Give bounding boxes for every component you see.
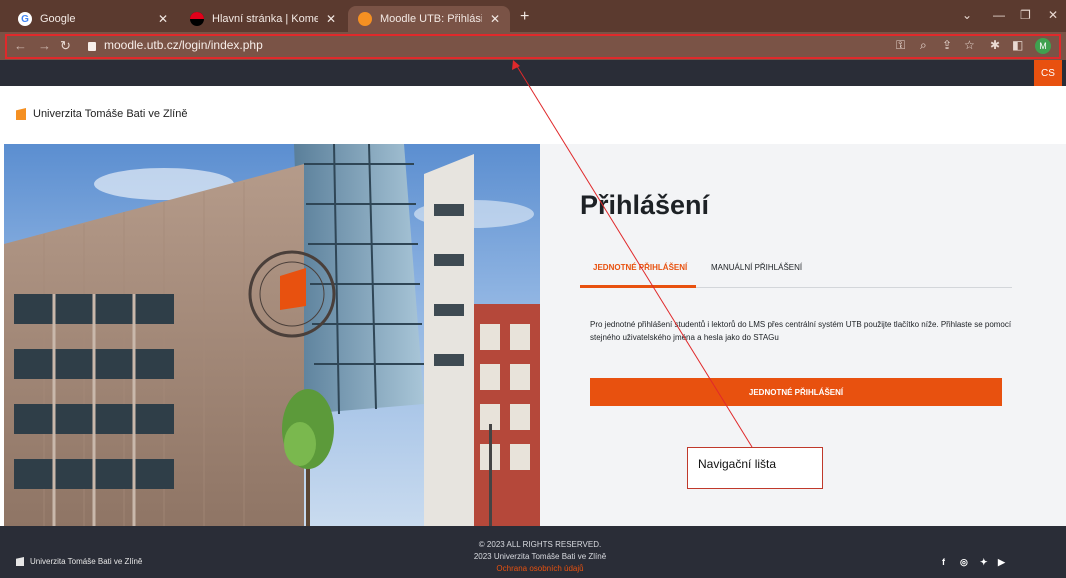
language-button[interactable]: CS: [1034, 60, 1062, 86]
close-icon[interactable]: ✕: [326, 12, 336, 26]
moodle-favicon-icon: [358, 12, 372, 26]
annotation-label-box: Navigační lišta: [687, 447, 823, 489]
browser-tab-moodle[interactable]: Moodle UTB: Přihlásit se na strán ✕: [348, 6, 510, 32]
google-favicon-icon: G: [18, 12, 32, 26]
close-window-icon[interactable]: ✕: [1048, 8, 1058, 22]
tab-manual-login[interactable]: MANUÁLNÍ PŘIHLÁŠENÍ: [711, 263, 802, 272]
login-description: Pro jednotné přihlášení studentů i lekto…: [590, 320, 1012, 342]
active-tab-indicator: [580, 285, 696, 288]
instagram-icon[interactable]: ◎: [960, 557, 968, 568]
campus-photo: [4, 144, 540, 526]
tab-title: Moodle UTB: Přihlásit se na strán: [380, 13, 482, 25]
youtube-icon[interactable]: ▶: [998, 557, 1005, 568]
utb-logo-icon: [16, 108, 26, 120]
footer-copyright-line: 2023 Univerzita Tomáše Bati ve Zlíně: [473, 552, 607, 561]
utb-logo-icon: [16, 557, 24, 566]
privacy-link[interactable]: Ochrana osobních údajů: [440, 563, 640, 575]
brand-name: Univerzita Tomáše Bati ve Zlíně: [33, 108, 188, 120]
tab-title: Google: [40, 13, 76, 25]
footer-copyright: © 2023 ALL RIGHTS RESERVED. 2023 Univerz…: [440, 539, 640, 575]
restore-icon[interactable]: ❐: [1020, 8, 1031, 22]
footer-rights: © 2023 ALL RIGHTS RESERVED.: [478, 540, 602, 549]
sso-login-button[interactable]: JEDNOTNÉ PŘIHLÁŠENÍ: [590, 378, 1002, 406]
site-top-bar: [0, 60, 1066, 86]
building-illustration: [4, 144, 540, 526]
browser-tab-kb[interactable]: Hlavní stránka | Komerční banka ✕: [180, 6, 346, 32]
login-tabs: JEDNOTNÉ PŘIHLÁŠENÍ MANUÁLNÍ PŘIHLÁŠENÍ: [580, 256, 1012, 288]
browser-tab-google[interactable]: G Google ✕: [8, 6, 178, 32]
close-icon[interactable]: ✕: [158, 12, 168, 26]
close-icon[interactable]: ✕: [490, 12, 500, 26]
kb-favicon-icon: [190, 12, 204, 26]
new-tab-button[interactable]: +: [520, 8, 529, 26]
page: G Google ✕ Hlavní stránka | Komerční ban…: [0, 0, 1066, 578]
annotation-label: Navigační lišta: [698, 457, 777, 471]
facebook-icon[interactable]: f: [942, 557, 945, 567]
tab-title: Hlavní stránka | Komerční banka: [212, 13, 318, 25]
tab-search-icon[interactable]: ⌄: [962, 8, 972, 22]
twitter-icon[interactable]: ✦: [980, 557, 988, 568]
tab-sso-login[interactable]: JEDNOTNÉ PŘIHLÁŠENÍ: [593, 263, 687, 272]
footer-brand-name: Univerzita Tomáše Bati ve Zlíně: [30, 557, 143, 566]
login-title: Přihlášení: [580, 190, 710, 220]
minimize-icon[interactable]: —: [993, 8, 1005, 22]
footer-brand[interactable]: Univerzita Tomáše Bati ve Zlíně: [16, 557, 142, 566]
site-brand[interactable]: Univerzita Tomáše Bati ve Zlíně: [16, 108, 187, 120]
annotation-frame: [5, 34, 1061, 59]
